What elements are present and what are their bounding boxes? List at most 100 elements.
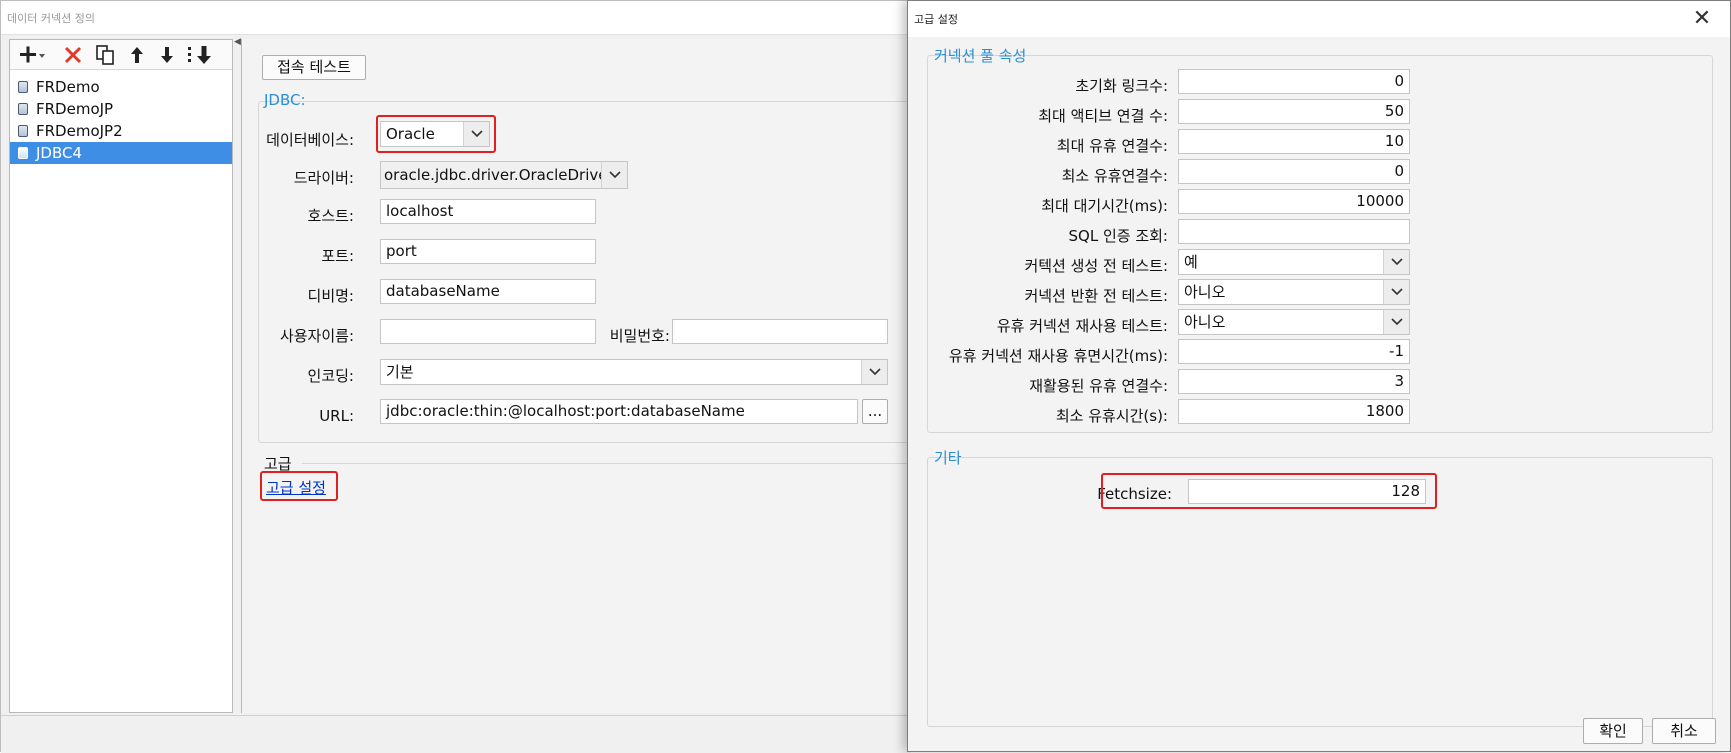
arrow-up-icon [131, 47, 143, 63]
pool-input-max-active[interactable]: 50 [1178, 99, 1410, 124]
connection-item-frdemo[interactable]: FRDemo [10, 76, 232, 98]
pool-label-recycled-idle: 재활용된 유휴 연결수: [1029, 377, 1168, 395]
pool-label-test-while-idle: 유휴 커넥션 재사용 테스트: [996, 317, 1168, 335]
cancel-button[interactable]: 취소 [1652, 718, 1716, 744]
database-icon [18, 81, 28, 93]
driver-label: 드라이버: [293, 169, 354, 187]
pool-input-recycled-idle[interactable]: 3 [1178, 369, 1410, 394]
connection-item-frdemojp2[interactable]: FRDemoJP2 [10, 120, 232, 142]
pool-label-min-idle: 최소 유휴연결수: [1061, 167, 1168, 185]
database-icon [18, 103, 28, 115]
driver-select[interactable]: oracle.jdbc.driver.OracleDriver [380, 161, 628, 189]
plus-icon [20, 46, 45, 63]
connection-item-label: JDBC4 [36, 144, 83, 162]
pool-label-test-on-return: 커넥션 반환 전 테스트: [1024, 287, 1168, 305]
connection-item-label: FRDemo [36, 78, 100, 96]
pool-input-max-idle[interactable]: 10 [1178, 129, 1410, 154]
advanced-link-highlight-box [260, 471, 338, 501]
pool-label-initial-links: 초기화 링크수: [1075, 77, 1168, 95]
copy-icon [96, 45, 114, 65]
password-input[interactable] [672, 319, 888, 344]
pool-input-initial-links[interactable]: 0 [1178, 69, 1410, 94]
copy-connection-button[interactable] [92, 42, 118, 68]
dialog-title: 고급 설정 [914, 13, 958, 26]
fetchsize-highlight-box [1101, 473, 1437, 509]
chevron-down-icon [861, 360, 887, 384]
connection-list-pane: FRDemo FRDemoJP FRDemoJP2 JDBC4 [9, 39, 233, 713]
driver-select-value: oracle.jdbc.driver.OracleDriver [384, 166, 614, 184]
encoding-label: 인코딩: [307, 367, 354, 385]
collapse-arrow-icon[interactable]: ◀ [234, 37, 241, 47]
main-window-title: 데이터 커넥션 정의 [7, 12, 95, 25]
url-label: URL: [319, 407, 354, 425]
pool-select-test-while-idle[interactable]: 아니오 [1178, 309, 1410, 335]
encoding-select-value: 기본 [386, 363, 414, 381]
move-down-button[interactable] [154, 42, 180, 68]
chevron-down-icon [601, 162, 627, 188]
test-connection-button[interactable]: 접속 테스트 [262, 55, 366, 80]
connection-pool-group-title: 커넥션 풀 속성 [934, 47, 1027, 65]
url-edit-button[interactable]: ... [862, 399, 888, 424]
delete-connection-button[interactable] [60, 42, 86, 68]
delete-x-icon [64, 46, 82, 64]
port-label: 포트: [321, 247, 354, 265]
main-titlebar: 데이터 커넥션 정의 [1, 1, 911, 35]
ok-button[interactable]: 확인 [1583, 718, 1643, 744]
dialog-body: 커넥션 풀 속성 초기화 링크수: 0 최대 액티브 연결 수: 50 최대 유… [908, 37, 1730, 751]
pool-input-min-idle[interactable]: 0 [1178, 159, 1410, 184]
pool-select-test-on-create[interactable]: 예 [1178, 249, 1410, 275]
pool-label-sql-validation: SQL 인증 조회: [1068, 227, 1168, 245]
encoding-select[interactable]: 기본 [380, 359, 888, 385]
advanced-separator [302, 463, 910, 464]
pool-label-max-idle: 최대 유휴 연결수: [1056, 137, 1168, 155]
pool-input-min-idle-time[interactable]: 1800 [1178, 399, 1410, 424]
connection-toolbar [10, 40, 232, 70]
connection-list: FRDemo FRDemoJP FRDemoJP2 JDBC4 [10, 76, 232, 164]
database-highlight-box [376, 115, 496, 153]
jdbc-group-title: JDBC: [264, 91, 306, 109]
connection-item-label: FRDemoJP [36, 100, 114, 118]
username-label: 사용자이름: [279, 327, 354, 345]
pool-label-idle-sleep-time: 유휴 커넥션 재사용 휴면시간(ms): [948, 347, 1168, 365]
sort-button[interactable] [184, 42, 218, 68]
chevron-down-icon [1383, 280, 1409, 304]
host-label: 호스트: [307, 207, 354, 225]
connection-detail-pane: 접속 테스트 JDBC: 데이터베이스: Oracle 드라이버: oracle… [241, 39, 911, 713]
pool-label-test-on-create: 커텍션 생성 전 테스트: [1024, 257, 1168, 275]
data-connection-window: 데이터 커넥션 정의 FRDemo FRDemoJP FRDemoJP2 JDB… [0, 0, 911, 753]
connection-item-label: FRDemoJP2 [36, 122, 123, 140]
dbname-input[interactable]: databaseName [380, 279, 596, 304]
connection-item-frdemojp[interactable]: FRDemoJP [10, 98, 232, 120]
pool-select-value: 아니오 [1184, 283, 1226, 301]
pool-label-max-wait: 최대 대기시간(ms): [1041, 197, 1168, 215]
pool-label-max-active: 최대 액티브 연결 수: [1038, 107, 1168, 125]
pool-select-test-on-return[interactable]: 아니오 [1178, 279, 1410, 305]
pool-input-sql-validation[interactable] [1178, 219, 1410, 244]
username-input[interactable] [380, 319, 596, 344]
url-input[interactable]: jdbc:oracle:thin:@localhost:port:databas… [380, 399, 858, 424]
dialog-titlebar: 고급 설정 ✕ [908, 1, 1730, 37]
other-group-title: 기타 [934, 449, 962, 467]
pool-select-value: 아니오 [1184, 313, 1226, 331]
password-label: 비밀번호: [609, 327, 670, 345]
main-bottom-bar [1, 715, 911, 753]
database-icon [18, 125, 28, 137]
connection-item-jdbc4[interactable]: JDBC4 [10, 142, 232, 164]
database-label: 데이터베이스: [266, 131, 354, 149]
sort-descending-icon [188, 46, 211, 64]
pool-label-min-idle-time: 최소 유휴시간(s): [1055, 407, 1168, 425]
advanced-settings-dialog: 고급 설정 ✕ 커넥션 풀 속성 초기화 링크수: 0 최대 액티브 연결 수:… [907, 0, 1731, 752]
move-up-button[interactable] [124, 42, 150, 68]
chevron-down-icon [1383, 250, 1409, 274]
host-input[interactable]: localhost [380, 199, 596, 224]
pool-input-max-wait[interactable]: 10000 [1178, 189, 1410, 214]
port-input[interactable]: port [380, 239, 596, 264]
chevron-down-icon [1383, 310, 1409, 334]
database-icon [18, 147, 28, 159]
jdbc-group [258, 101, 910, 443]
dbname-label: 디비명: [307, 287, 354, 305]
arrow-down-icon [161, 47, 173, 63]
close-icon[interactable]: ✕ [1690, 7, 1714, 31]
pool-input-idle-sleep-time[interactable]: -1 [1178, 339, 1410, 364]
add-connection-button[interactable] [16, 42, 50, 68]
